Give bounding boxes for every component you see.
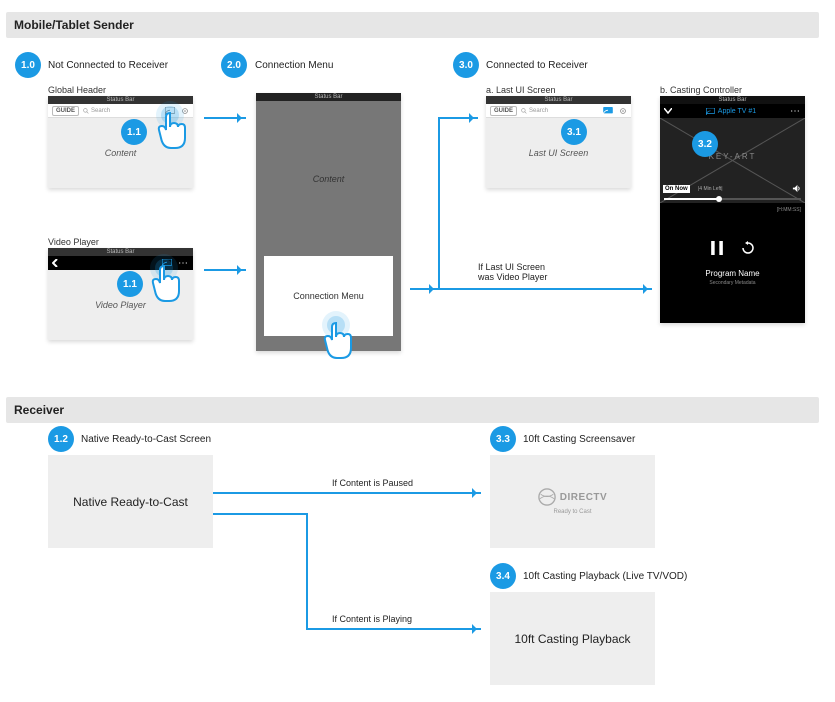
status-bar: Status Bar: [48, 96, 193, 104]
back-icon[interactable]: [52, 259, 58, 267]
restart-button[interactable]: [741, 241, 755, 255]
badge-3-1: 3.1: [561, 119, 587, 145]
status-bar: Status Bar: [486, 96, 631, 104]
section-sender-header: Mobile/Tablet Sender: [6, 12, 819, 38]
program-name: Program Name: [705, 269, 759, 278]
badge-1-1a: 1.1: [121, 119, 147, 145]
search-placeholder: Search: [91, 108, 110, 114]
screen-video-player: Status Bar ⋯ Video Player: [48, 248, 193, 340]
label-global-header: Global Header: [48, 85, 106, 95]
badge-3-2: 3.2: [692, 131, 718, 157]
label-video-player: Video Player: [48, 237, 99, 247]
last-ui-placeholder: Last UI Screen: [529, 148, 589, 158]
badge-1-1b: 1.1: [117, 271, 143, 297]
search-icon: [521, 108, 527, 114]
search-input[interactable]: Search: [521, 108, 599, 114]
cast-icon-connected[interactable]: [603, 107, 613, 115]
status-bar: Status Bar: [256, 93, 401, 101]
chevron-down-icon[interactable]: [664, 108, 672, 114]
label-1-0: Not Connected to Receiver: [48, 60, 168, 71]
gear-icon[interactable]: [619, 107, 627, 115]
edge-label-last-vp: If Last UI Screen was Video Player: [478, 262, 547, 282]
label-2-0: Connection Menu: [255, 60, 333, 71]
arrow: [213, 492, 481, 494]
arrow: [438, 117, 478, 119]
label-3-3: 10ft Casting Screensaver: [523, 434, 635, 445]
badge-1-2: 1.2: [48, 426, 74, 452]
content-placeholder: Content: [105, 148, 137, 158]
key-art-label: KEY-ART: [660, 152, 805, 161]
screen-connection-menu: Status Bar Content Connection Menu: [256, 93, 401, 351]
time-left: |4 Min Left|: [698, 186, 723, 192]
screen-10ft-playback: 10ft Casting Playback: [490, 592, 655, 685]
search-placeholder: Search: [529, 108, 548, 114]
connection-menu-sheet[interactable]: Connection Menu: [293, 291, 364, 301]
flow-line: [306, 513, 308, 630]
cast-target-name: Apple TV #1: [718, 108, 756, 115]
more-icon[interactable]: ⋯: [790, 106, 801, 117]
flow-line: [410, 288, 440, 290]
badge-1-0: 1.0: [15, 52, 41, 78]
arrow: [204, 117, 246, 119]
gear-icon[interactable]: [181, 107, 189, 115]
search-input[interactable]: Search: [83, 108, 161, 114]
cast-icon[interactable]: [165, 107, 175, 115]
arrow: [204, 269, 246, 271]
duration: [H:MM:SS]: [777, 207, 801, 213]
directv-wordmark: DIRECTV: [560, 492, 607, 503]
badge-3-4: 3.4: [490, 563, 516, 589]
arrow: [306, 628, 481, 630]
label-3-4: 10ft Casting Playback (Live TV/VOD): [523, 571, 687, 582]
search-icon: [83, 108, 89, 114]
cast-icon-connected[interactable]: [706, 108, 715, 115]
video-player-placeholder: Video Player: [95, 300, 146, 310]
scrubber[interactable]: [664, 198, 801, 200]
flow-line: [438, 117, 440, 289]
screen-last-ui: Status Bar GUIDE Search Last UI Screen: [486, 96, 631, 188]
guide-button[interactable]: GUIDE: [490, 106, 517, 116]
badge-3-0: 3.0: [453, 52, 479, 78]
app-header: GUIDE Search: [48, 104, 193, 118]
pause-button[interactable]: [711, 241, 723, 255]
content-placeholder: Content: [313, 174, 345, 184]
secondary-metadata: Secondary Metadata: [705, 280, 759, 286]
guide-button[interactable]: GUIDE: [52, 106, 79, 116]
label-1-2: Native Ready-to-Cast Screen: [81, 434, 211, 445]
label-casting-controller: b. Casting Controller: [660, 85, 742, 95]
label-last-ui: a. Last UI Screen: [486, 85, 556, 95]
volume-icon[interactable]: [792, 184, 801, 193]
screen-native-ready: Native Ready-to-Cast: [48, 455, 213, 548]
section-receiver-header: Receiver: [6, 397, 819, 423]
screen-10ft-screensaver: DIRECTV Ready to Cast: [490, 455, 655, 548]
flow-line: [213, 513, 308, 515]
screen-casting-controller: Status Bar Apple TV #1 ⋯ KEY-ART On Now …: [660, 96, 805, 323]
badge-3-3: 3.3: [490, 426, 516, 452]
badge-2-0: 2.0: [221, 52, 247, 78]
edge-label-paused: If Content is Paused: [332, 478, 413, 488]
more-icon[interactable]: ⋯: [178, 258, 189, 269]
on-now-badge: On Now: [663, 185, 690, 193]
cast-icon[interactable]: [162, 259, 172, 267]
label-3-0: Connected to Receiver: [486, 60, 588, 71]
edge-label-playing: If Content is Playing: [332, 614, 412, 624]
screen-global-header: Status Bar GUIDE Search Content: [48, 96, 193, 188]
status-bar: Status Bar: [48, 248, 193, 256]
arrow: [438, 288, 652, 290]
status-bar: Status Bar: [660, 96, 805, 104]
ready-to-cast-text: Ready to Cast: [553, 509, 591, 515]
directv-logo-icon: [538, 488, 556, 506]
